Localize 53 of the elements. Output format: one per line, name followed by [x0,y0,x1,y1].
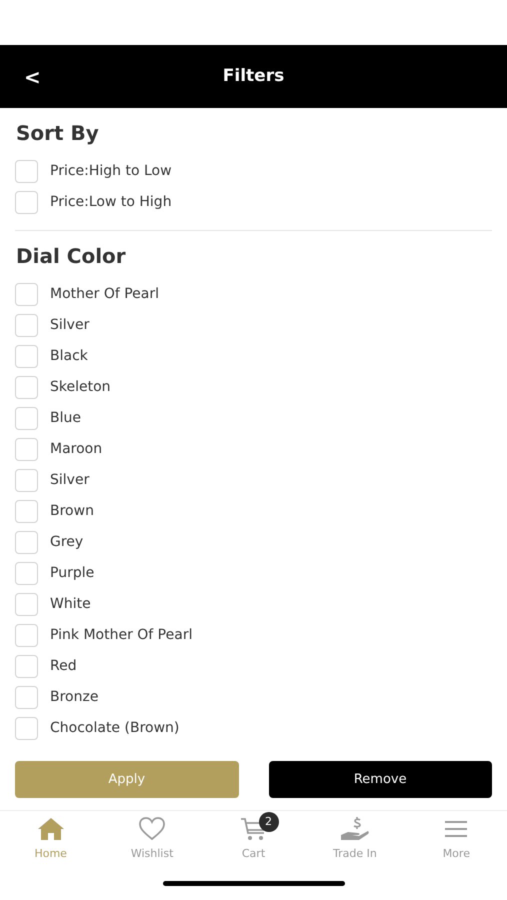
checkbox[interactable] [15,686,38,709]
checkbox[interactable] [15,191,38,214]
back-button[interactable]: < [18,66,47,86]
checkbox[interactable] [15,407,38,430]
nav-label: Cart [242,846,266,862]
checkbox[interactable] [15,531,38,554]
hand-dollar-icon [340,816,370,842]
option-label: Mother Of Pearl [50,285,160,304]
option-label: Blue [50,409,81,428]
checkbox[interactable] [15,376,38,399]
option-label: Silver [50,316,90,335]
option-label: Bronze [50,688,98,707]
option-label: Grey [50,533,84,552]
option-label: Brown [50,502,94,521]
option-label: White [50,595,91,614]
checkbox[interactable] [15,500,38,523]
checkbox[interactable] [15,160,38,183]
checkbox[interactable] [15,717,38,740]
nav-label: More [442,846,470,862]
option-label: Price:High to Low [50,162,172,181]
checkbox[interactable] [15,593,38,616]
page-title: Filters [222,64,284,88]
checkbox[interactable] [15,655,38,678]
nav-label: Trade In [333,846,377,862]
option-label: Maroon [50,440,102,459]
nav-tab[interactable]: Wishlist [101,816,203,866]
count-badge: 2 [258,812,279,832]
option-label: Chocolate (Brown) [50,719,180,738]
nav-tab[interactable]: More [406,816,507,866]
option-label: Price:Low to High [50,193,172,212]
nav-tab[interactable]: Home [0,816,102,866]
checkbox[interactable] [15,562,38,585]
checkbox[interactable] [15,438,38,461]
nav-label: Wishlist [130,846,174,862]
heart-icon [138,816,166,842]
option-label: Skeleton [50,378,111,397]
checkbox[interactable] [15,469,38,492]
home-icon [36,816,65,842]
nav-tab[interactable]: Trade In [304,816,406,866]
checkbox[interactable] [15,624,38,647]
option-label: Purple [50,564,94,583]
option-label: Silver [50,471,90,490]
option-label: Pink Mother Of Pearl [50,626,192,645]
nav-label: Home [34,846,67,862]
apply-button[interactable]: Apply [15,761,238,798]
section-heading: Dial Color [16,243,127,270]
remove-button[interactable]: Remove [268,761,492,798]
checkbox[interactable] [15,314,38,337]
section-heading: Sort By [16,120,100,147]
option-label: Black [50,347,88,366]
checkbox[interactable] [15,283,38,306]
option-label: Red [50,657,77,676]
checkbox[interactable] [15,345,38,368]
